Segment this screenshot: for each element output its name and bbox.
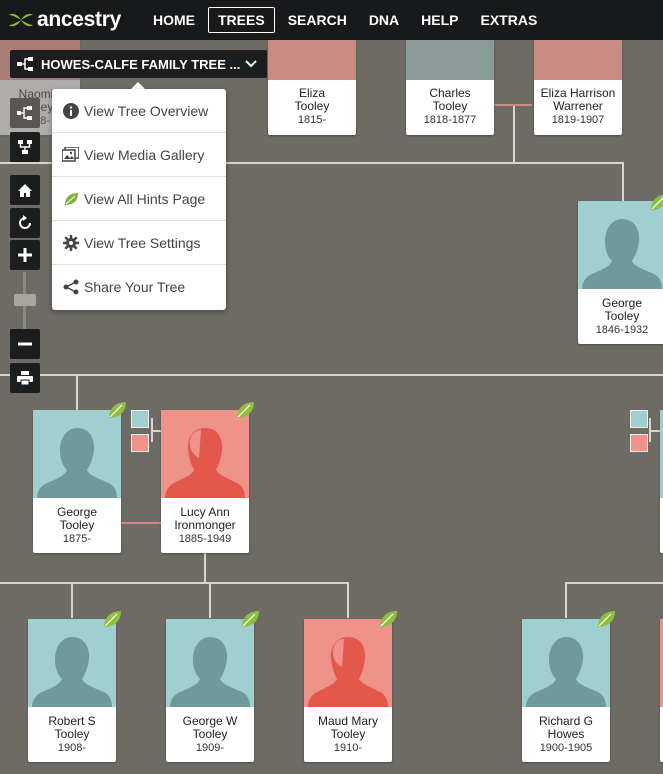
person-dates: 1908- <box>57 742 87 754</box>
ancestry-logo[interactable]: ancestry <box>8 8 144 32</box>
person-dates: 1909- <box>195 742 225 754</box>
hint-leaf-icon[interactable] <box>239 608 261 630</box>
refresh-button[interactable] <box>10 208 40 238</box>
nav-home[interactable]: HOME <box>144 7 204 33</box>
menu-item-media-gallery[interactable]: View Media Gallery <box>52 133 226 177</box>
person-surname: Tooley <box>330 727 366 741</box>
person-dates: 1818-1877 <box>423 114 477 126</box>
person-dates: 1875- <box>62 533 92 545</box>
person-card-eliza[interactable]: Eliza Tooley 1815- <box>268 40 356 135</box>
person-surname: Howes <box>547 727 585 741</box>
hint-leaf-icon[interactable] <box>648 191 663 213</box>
person-surname: Tooley <box>432 99 468 113</box>
zoom-slider-handle[interactable] <box>14 294 36 306</box>
menu-item-tree-settings[interactable]: View Tree Settings <box>52 221 226 265</box>
share-icon <box>63 279 78 295</box>
zoom-out-icon <box>18 342 32 346</box>
menu-item-label: View Media Gallery <box>84 146 205 163</box>
person-dates: 1815- <box>297 114 327 126</box>
person-card-george-w[interactable]: George W Tooley 1909- <box>166 619 254 762</box>
menu-item-tree-overview[interactable]: View Tree Overview <box>52 89 226 133</box>
person-dates: 1846-1932 <box>595 324 649 336</box>
person-card-charles[interactable]: Charles Tooley 1818-1877 <box>406 40 494 135</box>
person-card-eliza-warrener[interactable]: Eliza Harrison Warrener 1819-1907 <box>534 40 622 135</box>
top-navigation-bar: ancestry HOME TREES SEARCH DNA HELP EXTR… <box>0 0 663 40</box>
menu-item-label: View Tree Overview <box>84 102 209 119</box>
menu-item-all-hints[interactable]: View All Hints Page <box>52 177 226 221</box>
nav-help[interactable]: HELP <box>412 7 467 33</box>
nav-search[interactable]: SEARCH <box>279 7 356 33</box>
menu-item-share-tree[interactable]: Share Your Tree <box>52 265 226 309</box>
nav-trees[interactable]: TREES <box>208 7 275 33</box>
zoom-in-button[interactable] <box>10 240 40 270</box>
hint-leaf-icon[interactable] <box>101 608 123 630</box>
info-icon <box>62 102 79 119</box>
person-surname: Ironmonger <box>174 518 236 532</box>
person-surname: Tooley <box>59 518 95 532</box>
menu-item-label: Share Your Tree <box>84 279 186 295</box>
male-silhouette <box>578 201 663 289</box>
zoom-out-button[interactable] <box>10 329 40 359</box>
person-card-maud[interactable]: Maud Mary Tooley 1910- <box>304 619 392 762</box>
gear-icon <box>62 234 79 251</box>
home-button[interactable] <box>10 175 40 205</box>
person-surname: Tooley <box>604 309 640 323</box>
person-dates: 1819-1907 <box>551 114 605 126</box>
menu-item-label: View Tree Settings <box>84 234 201 251</box>
refresh-icon <box>19 215 31 229</box>
pedigree-view-icon <box>17 106 32 120</box>
person-surname: Tooley <box>54 727 90 741</box>
male-silhouette <box>28 619 116 707</box>
parents-male-mini-icon[interactable] <box>630 410 648 428</box>
parents-male-mini-icon[interactable] <box>131 410 149 428</box>
person-dates: 1900-1905 <box>539 742 593 754</box>
female-silhouette <box>161 410 249 498</box>
home-icon <box>18 183 32 197</box>
male-silhouette <box>522 619 610 707</box>
hint-leaf-icon[interactable] <box>377 608 399 630</box>
person-card-richard[interactable]: Richard G Howes 1900-1905 <box>522 619 610 762</box>
tree-name-label: HOWES-CALFE FAMILY TREE ... <box>41 56 241 72</box>
print-button[interactable] <box>10 363 40 393</box>
hint-leaf-icon[interactable] <box>595 608 617 630</box>
hint-leaf-icon[interactable] <box>234 399 256 421</box>
hint-leaf-icon[interactable] <box>106 399 128 421</box>
family-tree-icon <box>17 57 33 71</box>
male-silhouette <box>33 410 121 498</box>
zoom-in-icon <box>18 248 32 262</box>
person-surname: Warrener <box>553 99 603 113</box>
tree-selector-button[interactable]: HOWES-CALFE FAMILY TREE ... <box>10 50 267 78</box>
brand-name: ancestry <box>37 8 121 31</box>
male-silhouette <box>166 619 254 707</box>
leaf-logo-icon <box>9 13 33 27</box>
nav-dna[interactable]: DNA <box>360 7 408 33</box>
menu-item-label: View All Hints Page <box>84 190 206 207</box>
chevron-down-icon <box>245 60 257 68</box>
person-card-george-1846[interactable]: George Tooley 1846-1932 <box>578 201 663 344</box>
print-icon <box>17 370 33 385</box>
person-dates: 1910- <box>333 742 363 754</box>
person-card-robert[interactable]: Robert S Tooley 1908- <box>28 619 116 762</box>
female-silhouette <box>304 619 392 707</box>
person-surname: Tooley <box>294 99 330 113</box>
person-dates: 1885-1949 <box>178 533 232 545</box>
person-card-george-1875[interactable]: George Tooley 1875- <box>33 410 121 553</box>
hint-leaf-icon <box>64 192 78 205</box>
family-view-icon <box>18 140 32 154</box>
person-surname: Tooley <box>192 727 228 741</box>
nav-extras[interactable]: EXTRAS <box>472 7 547 33</box>
pedigree-view-button[interactable] <box>10 98 40 128</box>
family-view-button[interactable] <box>10 132 40 162</box>
tree-options-menu: View Tree Overview View Media Gallery Vi… <box>52 89 226 310</box>
parents-female-mini-icon[interactable] <box>630 434 648 452</box>
parents-female-mini-icon[interactable] <box>131 434 149 452</box>
photos-icon <box>62 147 79 162</box>
person-card-lucy[interactable]: Lucy Ann Ironmonger 1885-1949 <box>161 410 249 553</box>
